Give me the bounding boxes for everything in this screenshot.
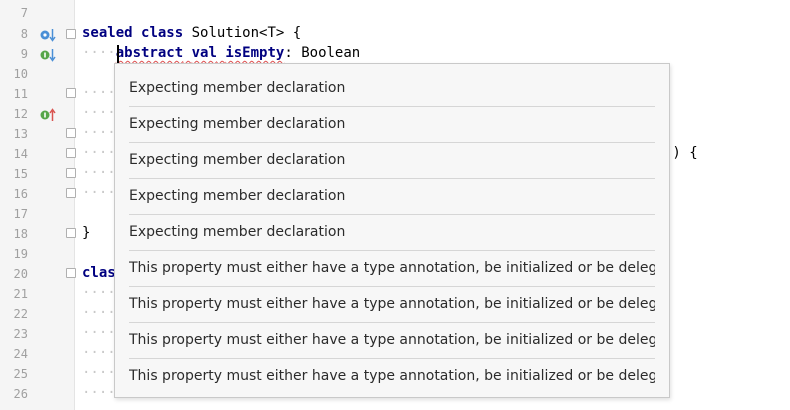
line-number: 16 — [13, 187, 28, 201]
code-line-23[interactable]: ···· — [82, 323, 116, 343]
fold-marker[interactable] — [66, 29, 76, 39]
fold-marker[interactable] — [66, 88, 76, 98]
whitespace-dots: ···· — [82, 365, 116, 381]
line-number: 21 — [13, 287, 28, 301]
code-line-8[interactable]: sealed class Solution<T> { — [82, 23, 301, 43]
code-line-13[interactable]: ···· — [82, 123, 116, 143]
code-line-14[interactable]: ···· — [82, 143, 116, 163]
error-message: Expecting member declaration — [129, 214, 655, 251]
fold-marker[interactable] — [66, 188, 76, 198]
line-number: 17 — [13, 207, 28, 221]
fold-marker[interactable] — [66, 228, 76, 238]
line-number: 18 — [13, 227, 28, 241]
whitespace-dots: ···· — [82, 185, 116, 201]
code-line-15[interactable]: ···· — [82, 163, 116, 183]
whitespace-dots: ···· — [82, 125, 116, 141]
code-line-21[interactable]: ···· — [82, 283, 116, 303]
colon: : — [284, 45, 293, 61]
line-number: 22 — [13, 307, 28, 321]
overrides-up-icon[interactable] — [40, 107, 56, 123]
whitespace-dots: ···· — [82, 285, 116, 301]
whitespace-dots: ···· — [82, 165, 116, 181]
line-number: 10 — [13, 67, 28, 81]
line-number: 25 — [13, 367, 28, 381]
fold-marker[interactable] — [66, 268, 76, 278]
error-message: This property must either have a type an… — [129, 368, 655, 384]
whitespace-dots: ···· — [82, 305, 116, 321]
code-line-20[interactable]: clas — [82, 263, 116, 283]
line-number: 11 — [13, 87, 28, 101]
whitespace-dots: ···· — [82, 45, 116, 61]
property-name: isEmpty — [225, 45, 285, 61]
error-message: This property must either have a type an… — [129, 250, 655, 287]
line-number: 15 — [13, 167, 28, 181]
line-number: 8 — [20, 27, 28, 41]
line-number: 14 — [13, 147, 28, 161]
whitespace-dots: ···· — [82, 325, 116, 341]
keyword: abstract — [115, 45, 184, 61]
editor-gutter: 7 8 9 10 11 12 13 14 15 16 17 18 19 20 2… — [0, 0, 76, 410]
text-caret — [117, 45, 119, 63]
implemented-down-icon[interactable] — [40, 47, 56, 63]
class-name: Solution<T> — [191, 25, 285, 41]
code-line-22[interactable]: ···· — [82, 303, 116, 323]
whitespace-dots: ···· — [82, 145, 116, 161]
line-number: 9 — [20, 47, 28, 61]
code-line-25[interactable]: ···· — [82, 363, 116, 383]
line-number: 7 — [20, 6, 28, 20]
fold-marker[interactable] — [66, 128, 76, 138]
error-message: This property must either have a type an… — [129, 286, 655, 323]
line-number: 26 — [13, 387, 28, 401]
code-line-12[interactable]: ···· — [82, 103, 116, 123]
type-name: Boolean — [301, 45, 361, 61]
error-message: Expecting member declaration — [129, 106, 655, 143]
error-message: Expecting member declaration — [129, 70, 655, 107]
keyword: sealed — [82, 25, 133, 41]
brace: { — [292, 25, 302, 41]
fold-marker[interactable] — [66, 168, 76, 178]
code-line-24[interactable]: ···· — [82, 343, 116, 363]
error-squiggle[interactable]: abstract val isEmpty — [116, 45, 285, 61]
line-number: 13 — [13, 127, 28, 141]
code-line-26[interactable]: ···· — [82, 383, 116, 403]
line-number: 23 — [13, 327, 28, 341]
code-line-16[interactable]: ···· — [82, 183, 116, 203]
code-line-11[interactable]: ···· — [82, 83, 116, 103]
whitespace-dots: ···· — [82, 345, 116, 361]
implemented-down-icon[interactable] — [40, 27, 56, 43]
error-message: Expecting member declaration — [129, 178, 655, 215]
line-number: 12 — [13, 107, 28, 121]
line-number: 24 — [13, 347, 28, 361]
fold-marker[interactable] — [66, 148, 76, 158]
keyword: val — [191, 45, 217, 61]
line-number: 20 — [13, 267, 28, 281]
keyword: class — [141, 25, 184, 41]
error-message: Expecting member declaration — [129, 142, 655, 179]
line-number: 19 — [13, 247, 28, 261]
code-line-9[interactable]: ····abstract val isEmpty: Boolean — [82, 43, 360, 63]
error-tooltip-popup: Expecting member declaration Expecting m… — [114, 63, 670, 398]
code-line-18[interactable]: } — [82, 223, 90, 243]
whitespace-dots: ···· — [82, 385, 116, 401]
whitespace-dots: ···· — [82, 85, 116, 101]
error-message: This property must either have a type an… — [129, 322, 655, 359]
whitespace-dots: ···· — [82, 105, 116, 121]
